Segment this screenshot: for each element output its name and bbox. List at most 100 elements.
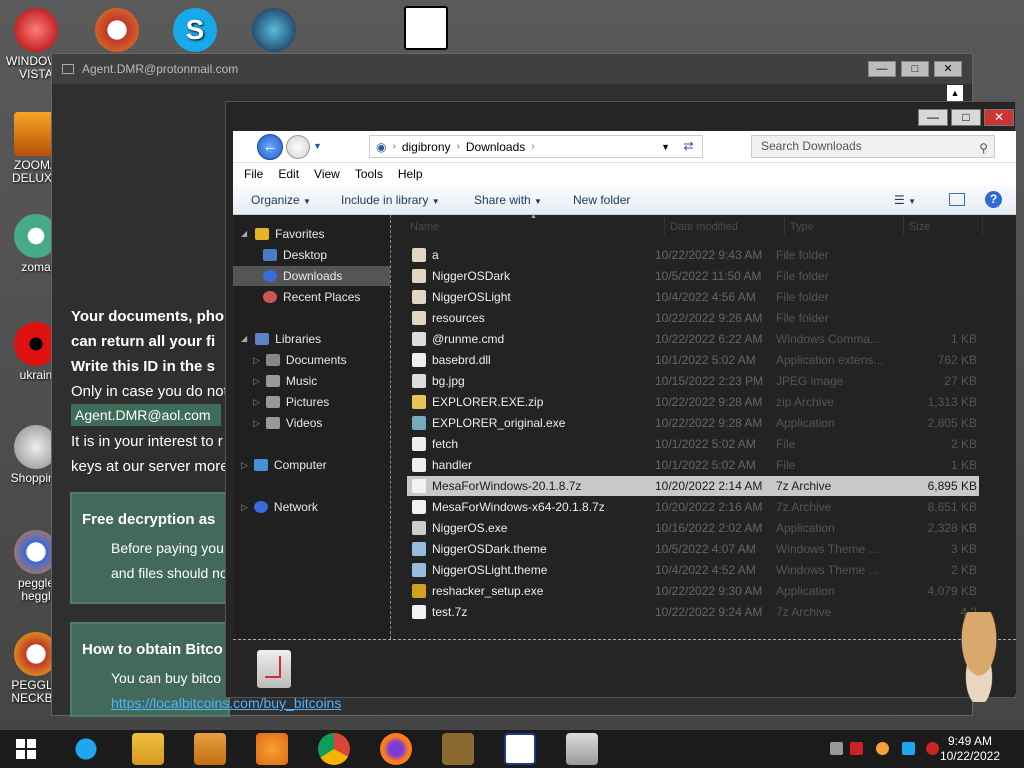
uc-browser-icon[interactable]: [256, 733, 288, 765]
file-explorer-icon[interactable]: [132, 733, 164, 765]
nav-pictures[interactable]: ▷ Pictures: [253, 392, 329, 412]
file-row[interactable]: basebrd.dll 10/1/2022 5:02 AM Application …: [407, 350, 979, 370]
maximize-button[interactable]: □: [901, 61, 929, 77]
window-app-icon[interactable]: [504, 733, 536, 765]
menu-file[interactable]: File: [244, 167, 263, 181]
file-row[interactable]: NiggerOSDark 10/5/2022 11:50 AM File folde…: [407, 266, 979, 286]
app-icon[interactable]: [566, 733, 598, 765]
breadcrumb-item[interactable]: digibrony: [402, 140, 451, 154]
desktop-icon-skype[interactable]: S: [162, 8, 228, 55]
column-separator[interactable]: [664, 215, 665, 235]
file-type: Application: [776, 584, 835, 598]
file-row[interactable]: a 10/22/2022 9:43 AM File folder: [407, 245, 979, 265]
nav-recent-places[interactable]: Recent Places: [263, 287, 360, 307]
organize-button[interactable]: Organize ▼: [251, 193, 311, 207]
include-in-library-button[interactable]: Include in library ▼: [341, 193, 440, 207]
nav-downloads[interactable]: Downloads: [233, 266, 390, 286]
file-row[interactable]: reshacker_setup.exe 10/22/2022 9:30 AM App…: [407, 581, 979, 601]
file-row[interactable]: bg.jpg 10/15/2022 2:23 PM JPEG image 27 KB: [407, 371, 979, 391]
address-dropdown-icon[interactable]: ▼: [661, 142, 670, 152]
nav-documents[interactable]: ▷ Documents: [253, 350, 347, 370]
scroll-up-button[interactable]: ▲: [947, 85, 963, 101]
recent-pages-dropdown-icon[interactable]: ▼: [313, 141, 322, 151]
column-header-type[interactable]: Type: [790, 221, 814, 233]
file-row[interactable]: NiggerOSDark.theme 10/5/2022 4:07 AM Windo…: [407, 539, 979, 559]
start-button[interactable]: [16, 739, 36, 759]
file-row[interactable]: handler 10/1/2022 5:02 AM File 1 KB: [407, 455, 979, 475]
column-separator[interactable]: [784, 215, 785, 235]
file-name: NiggerOSLight.theme: [432, 563, 548, 577]
file-row[interactable]: MesaForWindows-20.1.8.7z 10/20/2022 2:14 …: [407, 476, 979, 496]
close-button[interactable]: ✕: [934, 61, 962, 77]
file-row[interactable]: NiggerOS.exe 10/16/2022 2:02 AM Applicatio…: [407, 518, 979, 538]
preview-pane-icon[interactable]: [949, 193, 965, 206]
bonzi-box-icon[interactable]: [442, 733, 474, 765]
pane-splitter[interactable]: [390, 215, 391, 639]
contact-email[interactable]: Agent.DMR@aol.com: [71, 404, 221, 426]
column-header-date[interactable]: Date modified: [670, 221, 738, 233]
column-header-size[interactable]: Size: [909, 221, 930, 233]
file-icon: [412, 437, 426, 451]
explorer-titlebar[interactable]: [226, 102, 1015, 130]
menu-help[interactable]: Help: [398, 167, 423, 181]
address-bar[interactable]: ◉ › digibrony › Downloads › ▼: [369, 135, 703, 158]
nav-computer[interactable]: ▷ Computer: [241, 455, 327, 475]
back-button[interactable]: ←: [257, 134, 283, 160]
file-size: 2 KB: [950, 437, 977, 451]
pictures-icon: [265, 396, 280, 408]
new-folder-button[interactable]: New folder: [573, 193, 630, 207]
nav-libraries[interactable]: ◢ Libraries: [241, 329, 321, 349]
help-icon[interactable]: ?: [985, 191, 1002, 208]
breadcrumb-item[interactable]: Downloads: [466, 140, 525, 154]
nav-network[interactable]: ▷ Network: [241, 497, 318, 517]
forward-button[interactable]: [286, 135, 310, 159]
column-header-name[interactable]: Name: [410, 221, 439, 233]
exe-icon: [412, 416, 426, 430]
menu-edit[interactable]: Edit: [278, 167, 299, 181]
ransom-titlebar[interactable]: Agent.DMR@protonmail.com: [52, 54, 972, 84]
chrome-icon[interactable]: [318, 733, 350, 765]
file-row[interactable]: MesaForWindows-x64-20.1.8.7z 10/20/2022 2…: [407, 497, 979, 517]
maximize-button[interactable]: □: [951, 109, 981, 126]
system-clock[interactable]: 9:49 AM 10/22/2022: [940, 734, 1000, 764]
file-row[interactable]: @runme.cmd 10/22/2022 6:22 AM Windows Comm…: [407, 329, 979, 349]
desktop-icon-peggle-top[interactable]: [84, 8, 150, 55]
share-with-button[interactable]: Share with ▼: [474, 193, 542, 207]
refresh-button[interactable]: ⇄: [675, 135, 703, 158]
firefox-icon[interactable]: [380, 733, 412, 765]
view-options-icon[interactable]: ☰ ▼: [894, 193, 916, 207]
file-size: 6,895 KB: [927, 479, 977, 493]
desktop-icon-browser[interactable]: [241, 8, 307, 55]
nav-desktop[interactable]: Desktop: [263, 245, 327, 265]
file-row[interactable]: fetch 10/1/2022 5:02 AM File 2 KB: [407, 434, 979, 454]
media-player-icon[interactable]: [194, 733, 226, 765]
tray-search-icon[interactable]: [876, 742, 889, 755]
menu-view[interactable]: View: [314, 167, 340, 181]
file-row[interactable]: NiggerOSLight.theme 10/4/2022 4:52 AM Wind…: [407, 560, 979, 580]
tray-network-icon[interactable]: [830, 742, 843, 755]
nav-favorites[interactable]: ◢ Favorites: [241, 224, 325, 244]
file-row[interactable]: EXPLORER_original.exe 10/22/2022 9:28 AM A…: [407, 413, 979, 433]
column-separator[interactable]: [903, 215, 904, 235]
close-button[interactable]: ✕: [984, 109, 1014, 126]
nav-videos[interactable]: ▷ Videos: [253, 413, 322, 433]
file-row[interactable]: resources 10/22/2022 9:26 AM File folder: [407, 308, 979, 328]
column-separator[interactable]: [982, 215, 983, 235]
file-date: 10/15/2022 2:23 PM: [655, 374, 764, 388]
minimize-button[interactable]: —: [868, 61, 896, 77]
tray-antivirus-icon[interactable]: [850, 742, 863, 755]
file-row[interactable]: NiggerOSLight 10/4/2022 4:56 AM File folde…: [407, 287, 979, 307]
file-name: test.7z: [432, 605, 468, 619]
desktop-icon-computer[interactable]: [393, 6, 459, 53]
tray-display-icon[interactable]: [902, 742, 915, 755]
nav-music[interactable]: ▷ Music: [253, 371, 317, 391]
minimize-button[interactable]: —: [918, 109, 948, 126]
file-row[interactable]: test.7z10/22/2022 9:24 AM7z Archive4,2: [407, 602, 979, 622]
menu-tools[interactable]: Tools: [355, 167, 383, 181]
file-name: EXPLORER_original.exe: [432, 416, 566, 430]
internet-explorer-icon[interactable]: [70, 733, 102, 765]
search-input[interactable]: Search Downloads ⚲: [751, 135, 995, 158]
tray-volume-icon[interactable]: [926, 742, 939, 755]
window-icon: [62, 64, 74, 74]
file-row[interactable]: EXPLORER.EXE.zip 10/22/2022 9:28 AM zip Ar…: [407, 392, 979, 412]
